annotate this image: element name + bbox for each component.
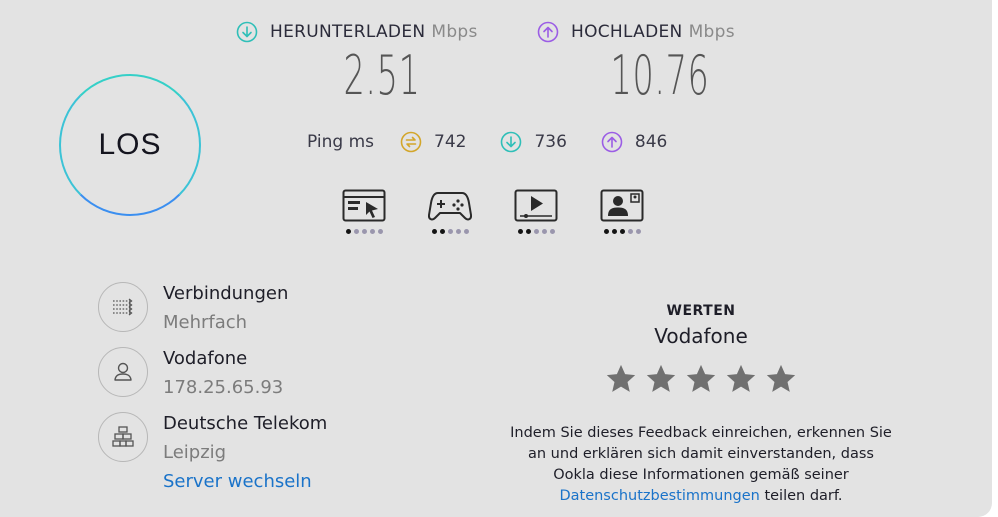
rating-dot bbox=[603, 229, 609, 234]
connections-icon-wrap bbox=[98, 282, 148, 332]
star-icon[interactable] bbox=[764, 362, 798, 396]
ping-idle-value: 742 bbox=[434, 132, 467, 152]
streaming-rating bbox=[516, 229, 556, 234]
rating-dot bbox=[541, 229, 547, 234]
consent-line-3: Ookla diese Informationen gemäß seiner bbox=[553, 467, 849, 483]
consent-line-1: Indem Sie dieses Feedback einreichen, er… bbox=[510, 425, 892, 441]
rating-dot bbox=[635, 229, 641, 234]
arrow-up-circle-icon bbox=[537, 21, 559, 43]
rating-dot bbox=[549, 229, 555, 234]
ping-upload-value: 846 bbox=[634, 132, 668, 152]
video-call-rating bbox=[602, 229, 642, 234]
server-icon bbox=[112, 426, 134, 447]
isp-ip: 178.25.65.93 bbox=[163, 377, 284, 398]
ping-upload: 846 bbox=[601, 131, 667, 153]
server-name: Deutsche Telekom bbox=[163, 413, 328, 434]
rating-dot bbox=[377, 229, 383, 234]
star-rating[interactable] bbox=[598, 362, 804, 396]
arrow-down-circle-icon bbox=[501, 131, 522, 153]
ping-download-value: 736 bbox=[534, 132, 567, 152]
rating-dot bbox=[525, 229, 531, 234]
change-server-link[interactable]: Server wechseln bbox=[163, 470, 327, 494]
rating-dot bbox=[369, 229, 375, 234]
gaming-rating bbox=[430, 229, 470, 234]
app-streaming[interactable] bbox=[514, 189, 558, 234]
browsing-rating bbox=[344, 229, 384, 234]
isp-name: Vodafone bbox=[163, 348, 248, 369]
rating-dot bbox=[533, 229, 539, 234]
gaming-icon bbox=[428, 192, 472, 221]
user-icon bbox=[114, 362, 132, 381]
consent-tail: teilen darf. bbox=[764, 488, 843, 504]
rating-dot bbox=[619, 229, 625, 234]
rating-dot bbox=[627, 229, 633, 234]
ping-label: Ping ms bbox=[307, 132, 374, 152]
connections-icon bbox=[113, 298, 133, 316]
ping-row: Ping ms 742 736 846 bbox=[307, 131, 701, 153]
arrow-down-circle-icon bbox=[236, 21, 258, 43]
star-icon[interactable] bbox=[644, 362, 678, 396]
rating-dot bbox=[611, 229, 617, 234]
upload-header: HOCHLADEN Mbps bbox=[537, 21, 735, 43]
rating-dot bbox=[463, 229, 469, 234]
download-label: HERUNTERLADEN bbox=[270, 22, 426, 42]
rating-dot bbox=[447, 229, 453, 234]
app-gaming[interactable] bbox=[428, 189, 472, 234]
isp-row: Vodafone 178.25.65.93 bbox=[98, 347, 283, 400]
rating-dot bbox=[361, 229, 367, 234]
rating-dot bbox=[431, 229, 437, 234]
star-icon[interactable] bbox=[684, 362, 718, 396]
consent-line-4: Datenschutzbestimmungen teilen darf. bbox=[476, 486, 926, 507]
connections-title: Verbindungen bbox=[163, 283, 289, 304]
ping-idle-icon bbox=[400, 131, 422, 153]
upload-value: 10.76 bbox=[610, 44, 710, 107]
download-value: 2.51 bbox=[343, 44, 421, 107]
connections-row[interactable]: Verbindungen Mehrfach bbox=[98, 282, 288, 335]
server-row: Deutsche Telekom Leipzig Server wechseln bbox=[98, 412, 327, 494]
ping-download: 736 bbox=[500, 131, 567, 153]
star-icon[interactable] bbox=[724, 362, 758, 396]
video-call-icon bbox=[600, 189, 644, 222]
go-button[interactable]: LOS bbox=[59, 74, 201, 216]
app-browsing[interactable] bbox=[342, 189, 386, 234]
star-icon[interactable] bbox=[604, 362, 638, 396]
rating-dot bbox=[345, 229, 351, 234]
server-location: Leipzig bbox=[163, 442, 227, 463]
rating-dot bbox=[353, 229, 359, 234]
rating-dot bbox=[439, 229, 445, 234]
speedtest-panel: HERUNTERLADEN Mbps HOCHLADEN Mbps 2.51 1… bbox=[0, 0, 992, 517]
arrow-up-circle-icon bbox=[601, 131, 623, 153]
consent-line-2: an und erklären sich damit einverstanden… bbox=[528, 446, 874, 462]
rating-isp: Vodafone bbox=[654, 324, 748, 348]
download-unit: Mbps bbox=[431, 22, 478, 42]
privacy-policy-link[interactable]: Datenschutzbestimmungen bbox=[559, 488, 759, 504]
browsing-icon bbox=[342, 189, 386, 222]
download-header: HERUNTERLADEN Mbps bbox=[236, 21, 478, 43]
rating-dot bbox=[517, 229, 523, 234]
user-icon-wrap bbox=[98, 347, 148, 397]
rating-heading: WERTEN bbox=[666, 303, 736, 319]
server-icon-wrap bbox=[98, 412, 148, 462]
connections-value: Mehrfach bbox=[163, 312, 248, 333]
app-video-call[interactable] bbox=[600, 189, 644, 234]
rating-dot bbox=[455, 229, 461, 234]
upload-unit: Mbps bbox=[688, 22, 735, 42]
ping-idle: 742 bbox=[400, 131, 466, 153]
streaming-icon bbox=[514, 189, 558, 222]
upload-label: HOCHLADEN bbox=[571, 22, 683, 42]
consent-text: Indem Sie dieses Feedback einreichen, er… bbox=[476, 423, 926, 507]
